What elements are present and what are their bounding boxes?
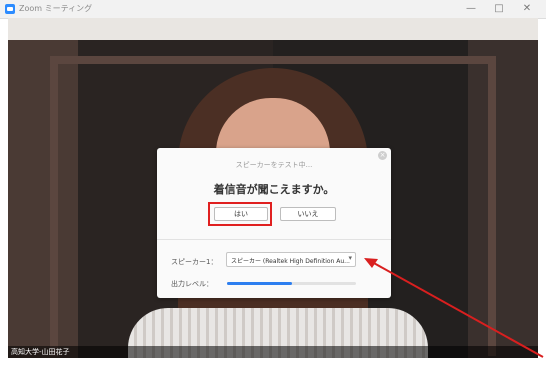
- dialog-close-icon[interactable]: ×: [378, 151, 387, 160]
- ringtone-question: 着信音が聞こえますか。: [213, 183, 335, 196]
- speaker-label: スピーカー1：: [171, 258, 218, 266]
- chevron-down-icon: ▾: [348, 254, 352, 262]
- dialog-divider: [157, 239, 391, 240]
- output-level-meter: [227, 282, 356, 285]
- speaker-select[interactable]: スピーカー (Realtek High Definition Au... ▾: [226, 252, 356, 267]
- speaker-select-value: スピーカー (Realtek High Definition Au...: [231, 258, 350, 265]
- window-title: Zoom ミーティング: [19, 4, 93, 13]
- no-button[interactable]: いいえ: [280, 207, 336, 221]
- output-level-fill: [227, 282, 292, 285]
- zoom-app-icon: [5, 4, 15, 14]
- speaker-test-dialog: × スピーカーをテスト中... 着信音が聞こえますか。 はい いいえ スピーカー…: [157, 148, 391, 298]
- minimize-button[interactable]: —: [460, 2, 482, 16]
- yes-button-highlight: [208, 202, 272, 226]
- close-button[interactable]: ✕: [516, 2, 538, 16]
- output-level-label: 出力レベル：: [171, 280, 213, 288]
- maximize-button[interactable]: □: [488, 2, 510, 16]
- participant-name-bar: 高知大学-山田花子: [8, 346, 538, 358]
- speaker-test-status: スピーカーをテスト中...: [235, 161, 313, 169]
- participant-name: 高知大学-山田花子: [11, 348, 70, 356]
- title-bar: Zoom ミーティング — □ ✕: [0, 0, 546, 19]
- ceiling-background: [8, 18, 538, 40]
